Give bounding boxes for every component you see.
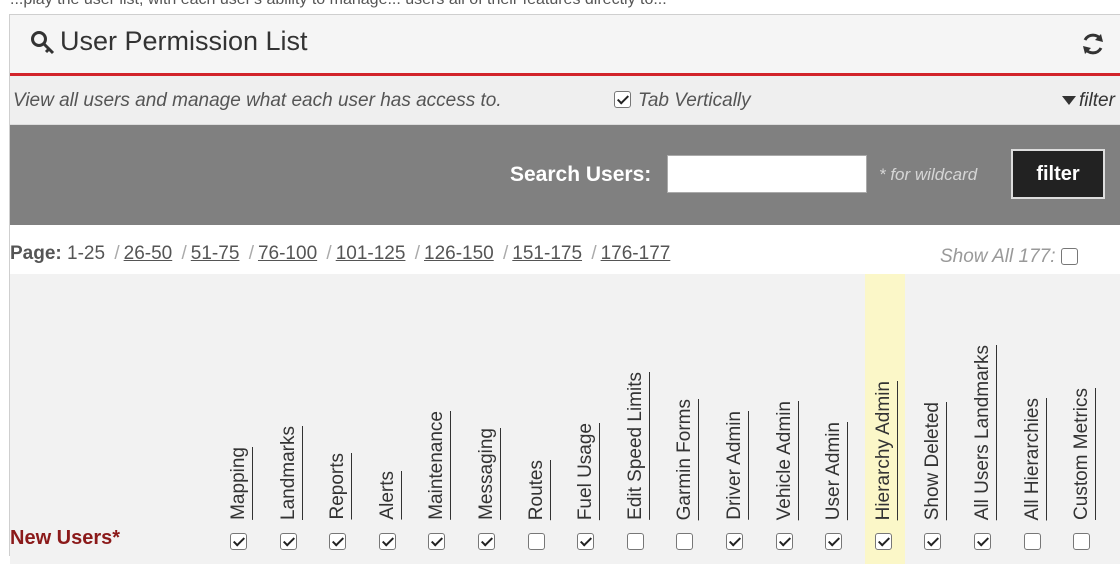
row-label-new-users: New Users* (10, 527, 121, 549)
column-routes: Routes (518, 274, 558, 564)
top-cropped-text: ...play the user list, with each user's … (0, 0, 1120, 12)
column-header-landmarks[interactable]: Landmarks (278, 426, 300, 520)
permission-checkbox-vehicle-admin[interactable] (776, 533, 793, 550)
user-permission-panel: User Permission List View all users and … (9, 14, 1120, 564)
description-bar: View all users and manage what each user… (10, 76, 1120, 125)
tab-vertically-checkbox[interactable] (614, 91, 631, 108)
column-reports: Reports (319, 274, 359, 564)
column-header-fuel-usage[interactable]: Fuel Usage (575, 423, 597, 520)
column-user-admin: User Admin (815, 274, 855, 564)
permission-checkbox-user-admin[interactable] (825, 533, 842, 550)
tab-vertically-label: Tab Vertically (638, 90, 751, 111)
permission-checkbox-garmin-forms[interactable] (676, 533, 693, 550)
column-messaging: Messaging (468, 274, 508, 564)
column-header-edit-speed-limits[interactable]: Edit Speed Limits (625, 372, 647, 520)
search-bar: Search Users: * for wildcard filter (10, 125, 1120, 225)
show-all: Show All 177: (940, 246, 1079, 268)
permission-checkbox-edit-speed-limits[interactable] (627, 533, 644, 550)
search-users-label: Search Users: (510, 163, 652, 186)
column-header-all-hierarchies[interactable]: All Hierarchies (1022, 398, 1044, 520)
filter-toggle-link[interactable]: filter (1062, 90, 1115, 112)
column-all-hierarchies: All Hierarchies (1014, 274, 1054, 564)
column-header-custom-metrics[interactable]: Custom Metrics (1071, 388, 1093, 520)
column-header-messaging[interactable]: Messaging (476, 428, 498, 520)
permission-checkbox-all-hierarchies[interactable] (1024, 533, 1041, 550)
permission-checkbox-messaging[interactable] (478, 533, 495, 550)
page-link-151-175[interactable]: 151-175 (512, 243, 582, 264)
permission-checkbox-reports[interactable] (329, 533, 346, 550)
page-label: Page: (10, 243, 62, 264)
column-header-maintenance[interactable]: Maintenance (426, 411, 448, 520)
column-mapping: Mapping (220, 274, 260, 564)
permission-table: New Users* Mapping Landmarks Reports Alerts… (10, 274, 1120, 564)
column-maintenance: Maintenance (418, 274, 458, 564)
filter-link-label: filter (1079, 90, 1115, 111)
column-header-all-users-landmarks[interactable]: All Users Landmarks (972, 345, 994, 520)
column-header-vehicle-admin[interactable]: Vehicle Admin (774, 401, 796, 520)
permission-checkbox-hierarchy-admin[interactable] (875, 533, 892, 550)
permission-checkbox-custom-metrics[interactable] (1073, 533, 1090, 550)
column-header-driver-admin[interactable]: Driver Admin (724, 411, 746, 520)
show-all-checkbox[interactable] (1061, 248, 1079, 266)
column-edit-speed-limits: Edit Speed Limits (617, 274, 657, 564)
funnel-icon (1062, 96, 1076, 106)
column-garmin-forms: Garmin Forms (666, 274, 706, 564)
column-hierarchy-admin: Hierarchy Admin (865, 274, 905, 564)
wildcard-hint: * for wildcard (879, 165, 978, 184)
page-link-101-125[interactable]: 101-125 (336, 243, 406, 264)
permission-checkbox-mapping[interactable] (230, 533, 247, 550)
show-all-label: Show All 177: (940, 246, 1056, 267)
page-link-26-50[interactable]: 26-50 (124, 243, 173, 264)
column-header-hierarchy-admin[interactable]: Hierarchy Admin (873, 381, 895, 520)
search-users-input[interactable] (667, 155, 867, 193)
column-all-users-landmarks: All Users Landmarks (964, 274, 1004, 564)
key-icon (31, 31, 55, 55)
permission-checkbox-all-users-landmarks[interactable] (974, 533, 991, 550)
permission-checkbox-fuel-usage[interactable] (577, 533, 594, 550)
refresh-icon[interactable] (1080, 31, 1106, 57)
permission-checkbox-routes[interactable] (528, 533, 545, 550)
permission-checkbox-driver-admin[interactable] (726, 533, 743, 550)
column-driver-admin: Driver Admin (716, 274, 756, 564)
current-page: 1-25 (67, 243, 106, 264)
panel-header: User Permission List (10, 15, 1120, 76)
page-title: User Permission List (60, 26, 308, 56)
column-header-mapping[interactable]: Mapping (228, 447, 250, 520)
permission-checkbox-alerts[interactable] (379, 533, 396, 550)
column-header-garmin-forms[interactable]: Garmin Forms (674, 399, 696, 520)
column-vehicle-admin: Vehicle Admin (766, 274, 806, 564)
page-link-76-100[interactable]: 76-100 (258, 243, 317, 264)
column-show-deleted: Show Deleted (914, 274, 954, 564)
description-text: View all users and manage what each user… (13, 90, 502, 111)
column-custom-metrics: Custom Metrics (1063, 274, 1103, 564)
permission-checkbox-maintenance[interactable] (428, 533, 445, 550)
top-fragment: ...play the user list, with each user's … (10, 0, 667, 9)
column-header-show-deleted[interactable]: Show Deleted (922, 402, 944, 520)
column-header-reports[interactable]: Reports (327, 453, 349, 520)
page-link-51-75[interactable]: 51-75 (191, 243, 240, 264)
pagination: Page: 1-25 /26-50 /51-75 /76-100 /101-12… (10, 243, 671, 264)
column-header-alerts[interactable]: Alerts (377, 471, 399, 520)
filter-button[interactable]: filter (1011, 149, 1105, 199)
permission-checkbox-landmarks[interactable] (280, 533, 297, 550)
page-link-126-150[interactable]: 126-150 (424, 243, 494, 264)
column-header-user-admin[interactable]: User Admin (823, 422, 845, 520)
column-alerts: Alerts (369, 274, 409, 564)
column-fuel-usage: Fuel Usage (567, 274, 607, 564)
column-header-routes[interactable]: Routes (526, 460, 548, 520)
column-landmarks: Landmarks (270, 274, 310, 564)
page-link-176-177[interactable]: 176-177 (601, 243, 671, 264)
permission-checkbox-show-deleted[interactable] (924, 533, 941, 550)
